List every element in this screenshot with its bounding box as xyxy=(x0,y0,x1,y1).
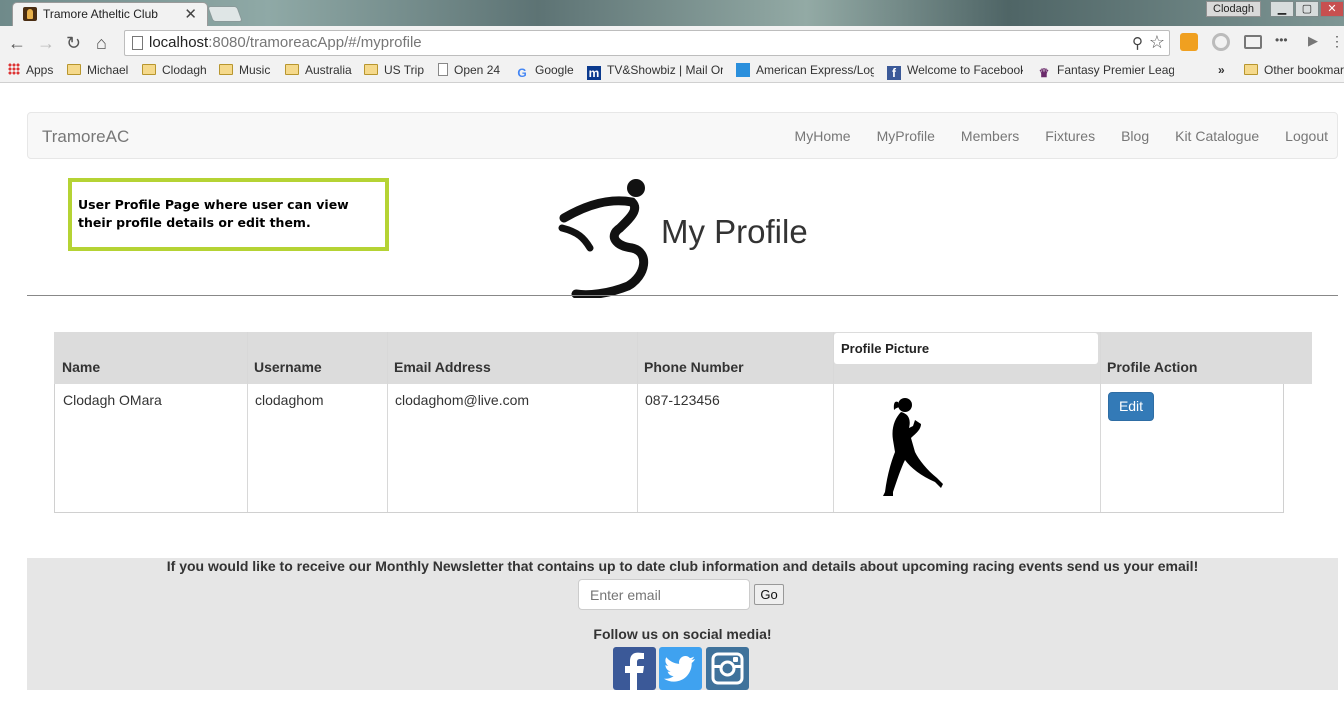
bookmark-star-icon[interactable]: ☆ xyxy=(1149,32,1165,53)
url-text: localhost:8080/tramoreacApp/#/myprofile xyxy=(149,34,422,51)
bookmark-mail[interactable]: m TV&Showbiz | Mail Or xyxy=(587,62,723,80)
header-picture: Profile Picture xyxy=(841,341,930,356)
header-divider xyxy=(27,295,1338,296)
bookmark-folder-clodagh[interactable]: Clodagh xyxy=(142,62,207,80)
browser-tab[interactable]: Tramore Atheltic Club ✕ xyxy=(12,2,208,26)
folder-icon xyxy=(142,64,156,75)
bookmark-folder-michael[interactable]: Michael xyxy=(67,62,128,80)
more-extensions-icon[interactable]: ••• xyxy=(1275,33,1293,51)
profile-picture-runner xyxy=(883,398,943,496)
footer: If you would like to receive our Monthly… xyxy=(27,558,1338,690)
chrome-menu-icon[interactable]: ⋮ xyxy=(1330,33,1344,51)
cell-phone: 087-123456 xyxy=(645,392,720,408)
newsletter-text: If you would like to receive our Monthly… xyxy=(166,558,1199,574)
amex-icon xyxy=(736,63,750,77)
cell-name: Clodagh OMara xyxy=(63,392,162,408)
maximize-window-button[interactable]: ▢ xyxy=(1295,1,1319,17)
table-header-row: Name Username Email Address Phone Number… xyxy=(54,332,1312,384)
nav-link-myhome[interactable]: MyHome xyxy=(795,128,851,144)
instagram-icon[interactable] xyxy=(706,647,749,690)
bookmark-folder-music[interactable]: Music xyxy=(219,62,270,80)
bookmark-folder-australia[interactable]: Australia xyxy=(285,62,352,80)
cell-username: clodaghom xyxy=(255,392,324,408)
fpl-lion-icon: ♛ xyxy=(1038,66,1050,80)
extension-circle-icon[interactable] xyxy=(1212,33,1230,51)
header-phone: Phone Number xyxy=(644,359,744,375)
nav-link-logout[interactable]: Logout xyxy=(1285,128,1328,144)
cell-email: clodaghom@live.com xyxy=(395,392,530,408)
bookmark-facebook[interactable]: f Welcome to Facebook xyxy=(887,62,1023,80)
newsletter-go-button[interactable]: Go xyxy=(754,584,784,605)
browser-profile-button[interactable]: Clodagh xyxy=(1206,1,1261,17)
column-divider xyxy=(387,332,388,512)
close-window-button[interactable]: ✕ xyxy=(1320,1,1344,17)
annotation-callout: User Profile Page where user can view th… xyxy=(68,178,389,251)
column-divider xyxy=(637,332,638,512)
nav-link-kit-catalogue[interactable]: Kit Catalogue xyxy=(1175,128,1259,144)
nav-link-blog[interactable]: Blog xyxy=(1121,128,1149,144)
extension-play-icon[interactable]: ▶ xyxy=(1308,33,1326,51)
folder-icon xyxy=(219,64,233,75)
facebook-small-icon: f xyxy=(887,66,901,80)
running-figure-logo-icon xyxy=(558,179,648,298)
reload-icon[interactable]: ↻ xyxy=(66,33,81,54)
edit-profile-button[interactable]: Edit xyxy=(1108,392,1154,421)
twitter-icon[interactable] xyxy=(659,647,702,690)
bookmark-apps[interactable]: Apps xyxy=(8,62,53,80)
page-icon xyxy=(438,63,448,76)
mail-online-icon: m xyxy=(587,66,601,80)
nav-link-myprofile[interactable]: MyProfile xyxy=(877,128,935,144)
cast-icon[interactable] xyxy=(1244,35,1262,49)
folder-icon xyxy=(364,64,378,75)
home-icon[interactable]: ⌂ xyxy=(96,33,107,54)
zoom-icon[interactable]: ⚲ xyxy=(1132,34,1143,52)
folder-icon xyxy=(285,64,299,75)
extension-rss-icon[interactable] xyxy=(1180,33,1198,51)
forward-arrow-icon[interactable]: → xyxy=(37,33,55,54)
header-picture-box: Profile Picture xyxy=(834,333,1098,364)
folder-icon xyxy=(1244,64,1258,75)
site-favicon-icon xyxy=(23,7,37,21)
back-arrow-icon[interactable]: ← xyxy=(8,33,26,54)
new-tab-button[interactable] xyxy=(207,6,243,22)
column-divider xyxy=(833,332,834,512)
address-bar[interactable]: localhost:8080/tramoreacApp/#/myprofile … xyxy=(124,30,1170,56)
header-action: Profile Action xyxy=(1107,359,1198,375)
bookmark-folder-us-trip[interactable]: US Trip xyxy=(364,62,424,80)
header-email: Email Address xyxy=(394,359,491,375)
bookmark-google[interactable]: G Google xyxy=(515,62,573,80)
header-username: Username xyxy=(254,359,322,375)
page-info-icon[interactable] xyxy=(132,36,143,50)
navbar-links: MyHome MyProfile Members Fixtures Blog K… xyxy=(769,128,1328,144)
facebook-icon[interactable] xyxy=(613,647,656,690)
bookmarks-overflow-icon[interactable]: » xyxy=(1218,62,1225,80)
bookmark-other-bookmarks[interactable]: Other bookmarks xyxy=(1244,62,1344,80)
bookmark-open-24[interactable]: Open 24 xyxy=(438,62,500,80)
annotation-text: User Profile Page where user can view th… xyxy=(78,197,349,230)
browser-tabstrip: Tramore Atheltic Club ✕ Clodagh ▁ ▢ ✕ xyxy=(0,0,1344,26)
google-icon: G xyxy=(517,66,527,80)
apps-grid-icon xyxy=(8,63,20,75)
nav-link-members[interactable]: Members xyxy=(961,128,1019,144)
nav-link-fixtures[interactable]: Fixtures xyxy=(1045,128,1095,144)
table-row: Clodagh OMara clodaghom clodaghom@live.c… xyxy=(54,332,1284,513)
bookmark-fpl[interactable]: ♛ Fantasy Premier Leag xyxy=(1037,62,1174,80)
page-title: My Profile xyxy=(661,213,808,250)
navbar-brand[interactable]: TramoreAC xyxy=(42,127,129,147)
column-divider xyxy=(1100,332,1101,512)
column-divider xyxy=(247,332,248,512)
newsletter-email-input[interactable] xyxy=(578,579,750,610)
close-tab-icon[interactable]: ✕ xyxy=(184,5,197,23)
minimize-window-button[interactable]: ▁ xyxy=(1270,1,1294,17)
bookmark-amex[interactable]: American Express/Log xyxy=(736,62,874,80)
folder-icon xyxy=(67,64,81,75)
site-navbar: TramoreAC MyHome MyProfile Members Fixtu… xyxy=(27,112,1338,159)
bookmarks-bar: Apps Michael Clodagh Music Australia US … xyxy=(0,59,1344,83)
follow-us-text: Follow us on social media! xyxy=(593,626,772,642)
header-name: Name xyxy=(62,359,101,375)
tab-title: Tramore Atheltic Club xyxy=(43,7,158,21)
